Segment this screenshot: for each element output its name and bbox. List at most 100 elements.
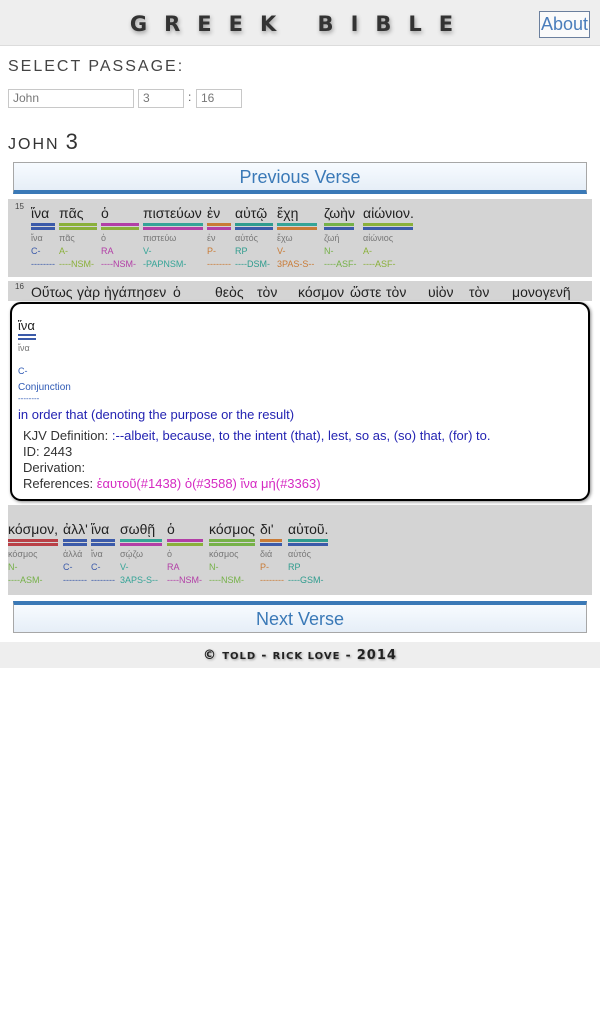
greek-word[interactable]: ὁ bbox=[173, 284, 211, 301]
word-lemma: ὁ bbox=[167, 549, 173, 559]
word-lemma: αἰώνιος bbox=[363, 233, 394, 243]
next-verse-button[interactable]: Next Verse bbox=[13, 601, 587, 633]
word-parse-code: ----NSM- bbox=[101, 259, 136, 269]
greek-word[interactable]: αὐτῷ αὐτός RP ----DSM- bbox=[235, 205, 273, 269]
word-pos-code: A- bbox=[59, 246, 68, 256]
popup-color-bar bbox=[18, 334, 36, 336]
greek-word[interactable]: ὁ ὁ RA ----NSM- bbox=[101, 205, 139, 269]
word-color-bar bbox=[324, 227, 354, 230]
greek-word[interactable]: ἀλλ' ἀλλά C- -------- bbox=[63, 521, 88, 585]
greek-word-text: γὰρ bbox=[77, 284, 101, 300]
word-lemma: ἀλλά bbox=[63, 549, 83, 559]
word-color-bar bbox=[363, 227, 413, 230]
kjv-value: :--albeit, because, to the intent (that)… bbox=[111, 428, 491, 443]
word-lemma: ἵνα bbox=[91, 549, 103, 559]
word-pos-code: RA bbox=[167, 562, 180, 572]
greek-word[interactable]: ὥστε bbox=[350, 284, 382, 301]
word-pos-code: P- bbox=[260, 562, 269, 572]
word-color-bar bbox=[235, 223, 273, 226]
greek-word[interactable]: θεὸς bbox=[215, 284, 253, 301]
word-lemma: σῴζω bbox=[120, 549, 143, 559]
word-color-bar bbox=[167, 543, 203, 546]
word-color-bar bbox=[63, 543, 87, 546]
previous-verse-button[interactable]: Previous Verse bbox=[13, 162, 587, 194]
greek-word[interactable]: δι' διά P- -------- bbox=[260, 521, 284, 585]
greek-word[interactable]: πιστεύων πιστεύω V- -PAPNSM- bbox=[143, 205, 203, 269]
kjv-label: KJV Definition: bbox=[23, 428, 109, 443]
book-input[interactable]: John bbox=[8, 89, 134, 108]
greek-word-text: ζωὴν bbox=[324, 205, 355, 221]
references-links[interactable]: ἑαυτοῦ(#1438) ὁ(#3588) ἵνα μή(#3363) bbox=[97, 476, 321, 491]
popup-gloss: in order that (denoting the purpose or t… bbox=[18, 407, 295, 422]
footer-dash: - bbox=[345, 648, 352, 662]
greek-word[interactable]: πᾶς πᾶς A- ----NSM- bbox=[59, 205, 97, 269]
id-value: 2443 bbox=[43, 444, 73, 459]
word-lemma: πᾶς bbox=[59, 233, 75, 243]
footer-dash: - bbox=[261, 648, 268, 662]
chapter-input[interactable]: 3 bbox=[138, 89, 184, 108]
word-pos-code: C- bbox=[91, 562, 101, 572]
greek-word[interactable]: ἵνα ἵνα C- -------- bbox=[31, 205, 55, 269]
word-color-bar bbox=[101, 223, 139, 226]
word-color-bar bbox=[277, 223, 317, 226]
derivation-label: Derivation: bbox=[23, 460, 86, 475]
greek-word[interactable]: υἱὸν bbox=[428, 284, 464, 301]
word-color-bar bbox=[207, 223, 231, 226]
word-color-bar bbox=[143, 223, 203, 226]
greek-word[interactable]: τὸν bbox=[386, 284, 424, 301]
greek-word-text: αὐτῷ bbox=[235, 205, 268, 221]
word-parse-code: ----NSM- bbox=[209, 575, 244, 585]
word-pos-code: RP bbox=[288, 562, 301, 572]
greek-word-text: ὁ bbox=[173, 284, 181, 300]
chapter-verse-separator: : bbox=[188, 90, 192, 104]
greek-word-text: ὁ bbox=[101, 205, 109, 221]
greek-word[interactable]: κόσμον, κόσμος N- ----ASM- bbox=[8, 521, 58, 585]
greek-word[interactable]: ἐν ἐν P- -------- bbox=[207, 205, 231, 269]
word-lemma: ζωή bbox=[324, 233, 340, 243]
greek-word-text: ὁ bbox=[167, 521, 175, 537]
word-color-bar bbox=[91, 539, 115, 542]
word-color-bar bbox=[288, 543, 328, 546]
word-lemma: ἔχω bbox=[277, 233, 293, 243]
greek-word[interactable]: τὸν bbox=[469, 284, 505, 301]
greek-word-text: υἱὸν bbox=[428, 284, 454, 300]
word-color-bar bbox=[260, 539, 282, 542]
greek-word-text: ἵνα bbox=[91, 521, 110, 537]
greek-word-text: ἠγάπησεν bbox=[104, 284, 167, 300]
word-pos-code: N- bbox=[209, 562, 219, 572]
greek-word[interactable]: ἠγάπησεν bbox=[104, 284, 168, 301]
greek-word[interactable]: γὰρ bbox=[77, 284, 100, 301]
greek-word[interactable]: ζωὴν ζωή N- ----ASF- bbox=[324, 205, 357, 269]
greek-word[interactable]: αἰώνιον. αἰώνιος A- ----ASF- bbox=[363, 205, 414, 269]
greek-word[interactable]: κόσμος κόσμος N- ----NSM- bbox=[209, 521, 255, 585]
greek-word-text: ἀλλ' bbox=[63, 521, 88, 537]
word-color-bar bbox=[235, 227, 273, 230]
about-button[interactable]: About bbox=[539, 11, 590, 38]
word-pos-code: P- bbox=[207, 246, 216, 256]
book-name: JOHN bbox=[8, 136, 60, 153]
greek-word[interactable]: Οὕτως bbox=[31, 284, 73, 301]
word-color-bar bbox=[120, 539, 162, 542]
greek-word-text: πιστεύων bbox=[143, 205, 202, 221]
chapter-heading: JOHN 3 bbox=[8, 129, 78, 155]
word-parse-code: -------- bbox=[207, 259, 231, 269]
popup-parse-code: -------- bbox=[18, 394, 40, 403]
word-parse-code: -------- bbox=[260, 575, 284, 585]
greek-word[interactable]: κόσμον bbox=[298, 284, 346, 301]
word-parse-code: ----DSM- bbox=[235, 259, 270, 269]
greek-word[interactable]: τὸν bbox=[257, 284, 293, 301]
greek-word[interactable]: αὐτοῦ. αὐτός RP ----GSM- bbox=[288, 521, 328, 585]
word-color-bar bbox=[363, 223, 413, 226]
verse-16: 16 Οὕτως γὰρ ἠγάπησεν ὁ θεὸς τὸν κόσμον ὥστε τὸν… bbox=[8, 281, 592, 301]
greek-word-text: κόσμον bbox=[298, 284, 345, 300]
word-lemma: αὐτός bbox=[288, 549, 312, 559]
greek-word[interactable]: μονογενῆ bbox=[512, 284, 571, 301]
greek-word[interactable]: ἔχῃ ἔχω V- 3PAS-S-- bbox=[277, 205, 317, 269]
greek-word-text: κόσμος bbox=[209, 521, 255, 537]
chapter-number: 3 bbox=[65, 129, 78, 154]
greek-word[interactable]: ὁ ὁ RA ----NSM- bbox=[167, 521, 203, 585]
greek-word-text: πᾶς bbox=[59, 205, 84, 221]
greek-word[interactable]: σωθῇ σῴζω V- 3APS-S-- bbox=[120, 521, 162, 585]
verse-input[interactable]: 16 bbox=[196, 89, 242, 108]
greek-word[interactable]: ἵνα ἵνα C- -------- bbox=[91, 521, 115, 585]
